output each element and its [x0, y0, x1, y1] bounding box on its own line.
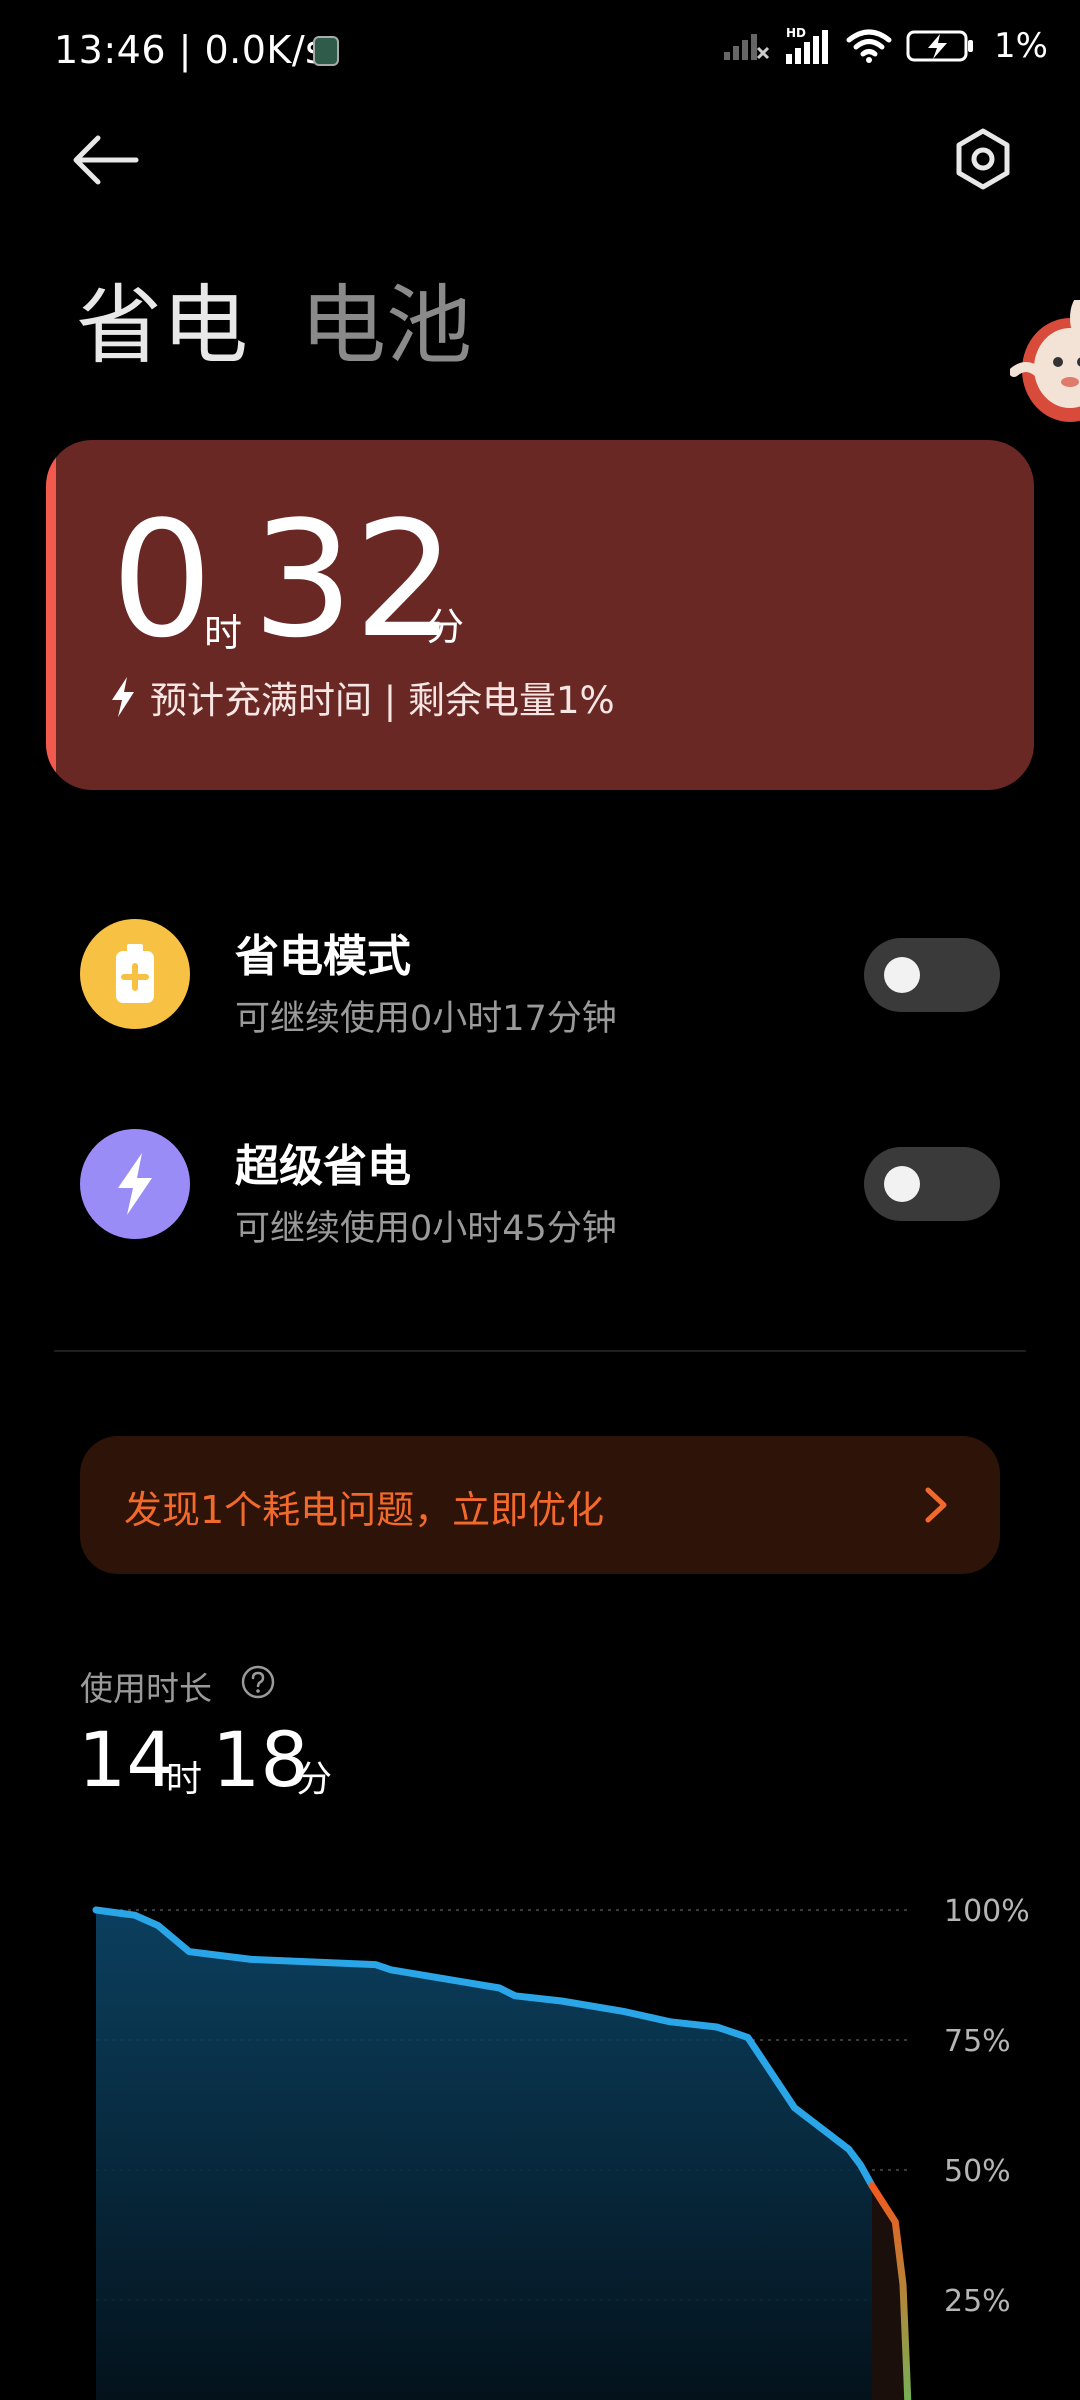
chevron-right-icon [925, 1487, 947, 1523]
issue-banner[interactable]: 发现1个耗电问题，立即优化 [80, 1436, 1000, 1574]
usage-minutes-value: 18 [212, 1715, 309, 1804]
usage-hours-unit: 时 [166, 1759, 203, 1800]
toggle-knob [884, 1166, 920, 1202]
chart-y-tick-label: 25% [944, 2284, 1011, 2319]
battery-plus-icon [80, 919, 190, 1029]
floating-mascot-icon[interactable] [1009, 296, 1080, 430]
status-indicators: HD 1% [722, 26, 1048, 66]
lightning-icon [80, 1129, 190, 1239]
back-button[interactable] [70, 130, 150, 190]
tab-power-save[interactable]: 省电 [76, 255, 248, 380]
settings-button[interactable] [950, 126, 1016, 192]
shield-app-icon [313, 36, 339, 66]
status-time: 13:46 | 0.0K/s [54, 28, 326, 72]
charge-card-accent [46, 440, 56, 790]
power-save-toggle[interactable] [864, 938, 1000, 1012]
tab-battery[interactable]: 电池 [300, 255, 472, 380]
chart-y-tick-label: 100% [944, 1894, 1030, 1929]
usage-hours-value: 14 [78, 1715, 175, 1804]
toggle-knob [884, 957, 920, 993]
charge-card: 0 时 32 分 预计充满时间 | 剩余电量1% [46, 440, 1034, 790]
mode-ultra-save-title: 超级省电 [235, 1141, 411, 1192]
chart-y-tick-label: 75% [944, 2024, 1011, 2059]
section-divider [54, 1350, 1026, 1352]
usage-minutes-unit: 分 [296, 1759, 333, 1800]
charge-info-text: 预计充满时间 | 剩余电量1% [150, 679, 615, 722]
mode-power-save-subtitle: 可继续使用0小时17分钟 [235, 999, 617, 1039]
hd-signal-icon: HD [786, 26, 829, 64]
mode-ultra-save-subtitle: 可继续使用0小时45分钟 [235, 1209, 617, 1249]
wifi-icon [846, 29, 892, 63]
charge-hours-value: 0 [111, 486, 213, 673]
arrow-left-icon [73, 135, 139, 185]
battery-charging-icon [906, 30, 974, 62]
battery-level-chart: 100% 75% 50% 25% [92, 1894, 1030, 2400]
hexagon-settings-icon [956, 128, 1010, 190]
charge-hours-unit: 时 [204, 611, 243, 655]
usage-duration-label: 使用时长 [80, 1669, 212, 1708]
mode-power-save-title: 省电模式 [235, 931, 411, 982]
chart-y-tick-label: 50% [944, 2154, 1011, 2189]
signal-no-service-icon [724, 34, 770, 60]
lightning-icon [112, 677, 134, 717]
issue-banner-text: 发现1个耗电问题，立即优化 [124, 1488, 605, 1532]
battery-percent: 1% [994, 26, 1048, 66]
question-circle-icon[interactable] [240, 1664, 276, 1700]
svg-text:HD: HD [786, 26, 806, 40]
ultra-save-toggle[interactable] [864, 1147, 1000, 1221]
charge-minutes-unit: 分 [426, 605, 465, 649]
